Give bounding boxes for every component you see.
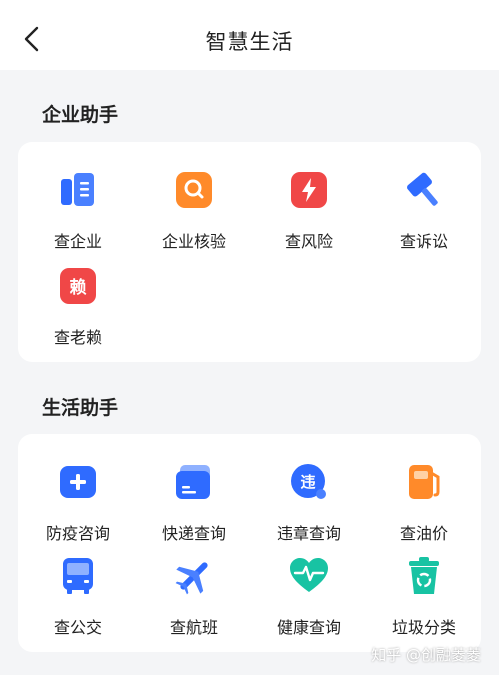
search-verify-icon — [176, 172, 212, 208]
fuel-pump-icon — [409, 465, 440, 499]
tile-label: 查风险 — [284, 232, 333, 251]
tile-check-risk[interactable]: 查风险 — [251, 170, 367, 264]
tile-label: 查公交 — [53, 618, 102, 637]
tile-check-defaulter[interactable]: 赖 查老赖 — [20, 266, 136, 360]
tile-label: 快递查询 — [161, 524, 226, 543]
medical-kit-icon — [60, 466, 96, 498]
tile-health-query[interactable]: 健康查询 — [251, 556, 367, 650]
tile-label: 垃圾分类 — [391, 618, 456, 637]
tile-label: 企业核验 — [161, 232, 226, 251]
tile-flight[interactable]: 查航班 — [136, 556, 252, 650]
page-title: 智慧生活 — [205, 30, 294, 54]
tile-oil-price[interactable]: 查油价 — [366, 462, 482, 556]
tile-label: 查油价 — [399, 524, 448, 543]
tile-garbage-sorting[interactable]: 垃圾分类 — [366, 556, 482, 650]
heart-pulse-icon — [290, 558, 328, 592]
tile-bus[interactable]: 查公交 — [20, 556, 136, 650]
gavel-icon — [407, 172, 438, 206]
violation-search-icon: 违 — [291, 464, 326, 499]
violation-glyph: 违 — [300, 473, 315, 491]
lai-glyph: 赖 — [70, 277, 87, 298]
risk-alert-icon — [291, 172, 327, 208]
tile-label: 查企业 — [53, 232, 102, 251]
top-bar: 智慧生活 — [0, 0, 499, 70]
document-icon — [61, 173, 94, 206]
section-title-life: 生活助手 — [42, 397, 119, 419]
tile-label: 查诉讼 — [399, 232, 448, 251]
tile-express-query[interactable]: 快递查询 — [136, 462, 252, 556]
enterprise-card: 查企业 企业核验 查风险 查诉讼 赖 查老赖 — [18, 142, 481, 362]
tile-label: 查航班 — [169, 618, 218, 637]
tile-company-verify[interactable]: 企业核验 — [136, 170, 252, 264]
airplane-icon — [175, 562, 208, 595]
recycle-bin-icon — [409, 557, 439, 594]
tile-label: 健康查询 — [276, 618, 341, 637]
tile-label: 查老赖 — [53, 328, 102, 347]
parcel-card-icon — [176, 465, 210, 499]
tile-check-company[interactable]: 查企业 — [20, 170, 136, 264]
life-card: 防疫咨询 快递查询 违 违章查询 查油价 查公交 查航班 健康查询 垃圾分类 — [18, 434, 481, 652]
watermark: 知乎 @创融菱菱 — [371, 646, 481, 664]
tile-check-lawsuit[interactable]: 查诉讼 — [366, 170, 482, 264]
tile-label: 违章查询 — [276, 524, 341, 543]
tile-violation-query[interactable]: 违 违章查询 — [251, 462, 367, 556]
bus-icon — [63, 558, 93, 594]
lai-badge-icon: 赖 — [60, 268, 96, 304]
tile-epidemic-consult[interactable]: 防疫咨询 — [20, 462, 136, 556]
tile-label: 防疫咨询 — [45, 524, 110, 543]
section-title-enterprise: 企业助手 — [42, 104, 119, 126]
